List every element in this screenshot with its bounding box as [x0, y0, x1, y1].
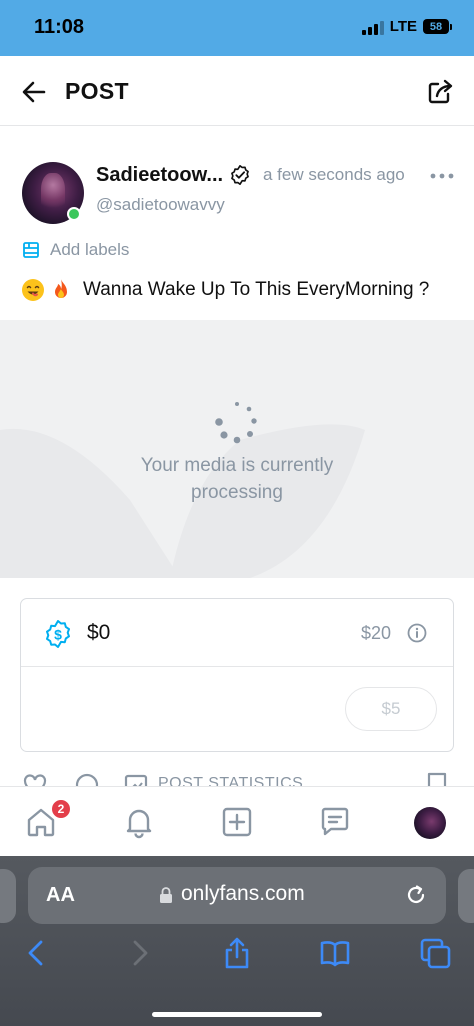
like-heart-icon[interactable]	[22, 772, 48, 786]
url-text: onlyfans.com	[181, 882, 305, 905]
post-header: POST	[0, 56, 474, 126]
share-icon[interactable]	[426, 76, 456, 106]
post-statistics-icon[interactable]	[124, 774, 148, 786]
browser-share-icon[interactable]	[220, 936, 254, 970]
battery-icon: 58	[423, 19, 452, 34]
browser-chrome: AA onlyfans.com	[0, 856, 474, 1026]
browser-back-icon[interactable]	[20, 936, 54, 970]
label-list-icon	[23, 242, 39, 258]
send-tip-button[interactable]: $5	[345, 687, 437, 731]
notification-count-badge: 2	[50, 798, 72, 820]
profile-avatar[interactable]	[414, 807, 446, 839]
svg-text:$: $	[54, 627, 62, 643]
lock-icon	[160, 887, 172, 903]
next-tab-edge[interactable]	[458, 869, 474, 923]
tip-summary-row: $ $0 $20	[21, 599, 453, 667]
signal-icon	[361, 19, 384, 35]
media-placeholder[interactable]	[0, 320, 474, 578]
add-post-icon[interactable]	[220, 805, 254, 839]
caption-text: Wanna Wake Up To This EveryMorning ?	[83, 279, 430, 300]
tip-target: $20	[360, 623, 391, 643]
page-title: POST	[65, 78, 129, 104]
media-processing-message: Your media is currently processing	[0, 452, 474, 506]
fire-emoji-icon	[55, 279, 67, 298]
previous-tab-edge[interactable]	[0, 869, 16, 923]
watermark-shape	[0, 424, 365, 578]
processing-line-2: processing	[191, 482, 283, 503]
tabs-icon[interactable]	[418, 936, 452, 970]
post-actions-row: POST STATISTICS	[0, 770, 474, 786]
comment-icon[interactable]	[74, 772, 100, 786]
bottom-navigation: 2	[0, 786, 474, 856]
post-statistics-label[interactable]: POST STATISTICS	[158, 775, 303, 786]
info-icon[interactable]	[407, 623, 427, 643]
more-options-icon[interactable]	[430, 168, 454, 184]
author-handle[interactable]: @sadietoowavvy	[96, 195, 225, 215]
back-arrow-icon[interactable]	[18, 76, 50, 108]
home-indicator[interactable]	[152, 1012, 322, 1017]
author-name[interactable]: Sadieetoow...	[96, 164, 223, 187]
processing-line-1: Your media is currently	[140, 455, 334, 476]
post-caption: Wanna Wake Up To This EveryMorning ?	[21, 278, 429, 302]
post-time: a few seconds ago	[263, 165, 405, 184]
bookmark-icon[interactable]	[426, 772, 448, 786]
status-bar: 11:08 LTE 58	[0, 0, 474, 56]
smile-emoji-icon	[22, 279, 44, 301]
aa-label: AA	[46, 884, 75, 906]
dollar-badge-icon: $	[46, 620, 70, 648]
loading-spinner-icon	[215, 402, 257, 444]
add-labels-button[interactable]: Add labels	[22, 240, 129, 260]
tip-panel: $ $0 $20 $5	[20, 598, 454, 752]
tip-amount: $0	[87, 621, 111, 644]
battery-level: 58	[423, 19, 449, 34]
verified-badge-icon	[231, 165, 249, 185]
address-bar[interactable]: AA onlyfans.com	[28, 867, 446, 924]
bell-icon[interactable]	[122, 805, 156, 839]
reader-aa-button[interactable]: AA	[46, 884, 75, 907]
add-labels-text: Add labels	[50, 240, 130, 259]
browser-toolbar	[0, 936, 474, 976]
reload-icon[interactable]	[404, 883, 428, 907]
status-indicators: LTE 58	[361, 18, 452, 35]
status-time: 11:08	[34, 16, 85, 38]
browser-forward-icon[interactable]	[122, 936, 156, 970]
bookmarks-book-icon[interactable]	[318, 936, 352, 970]
network-label: LTE	[389, 18, 417, 35]
messages-icon[interactable]	[318, 805, 352, 839]
online-status-dot	[67, 207, 81, 221]
